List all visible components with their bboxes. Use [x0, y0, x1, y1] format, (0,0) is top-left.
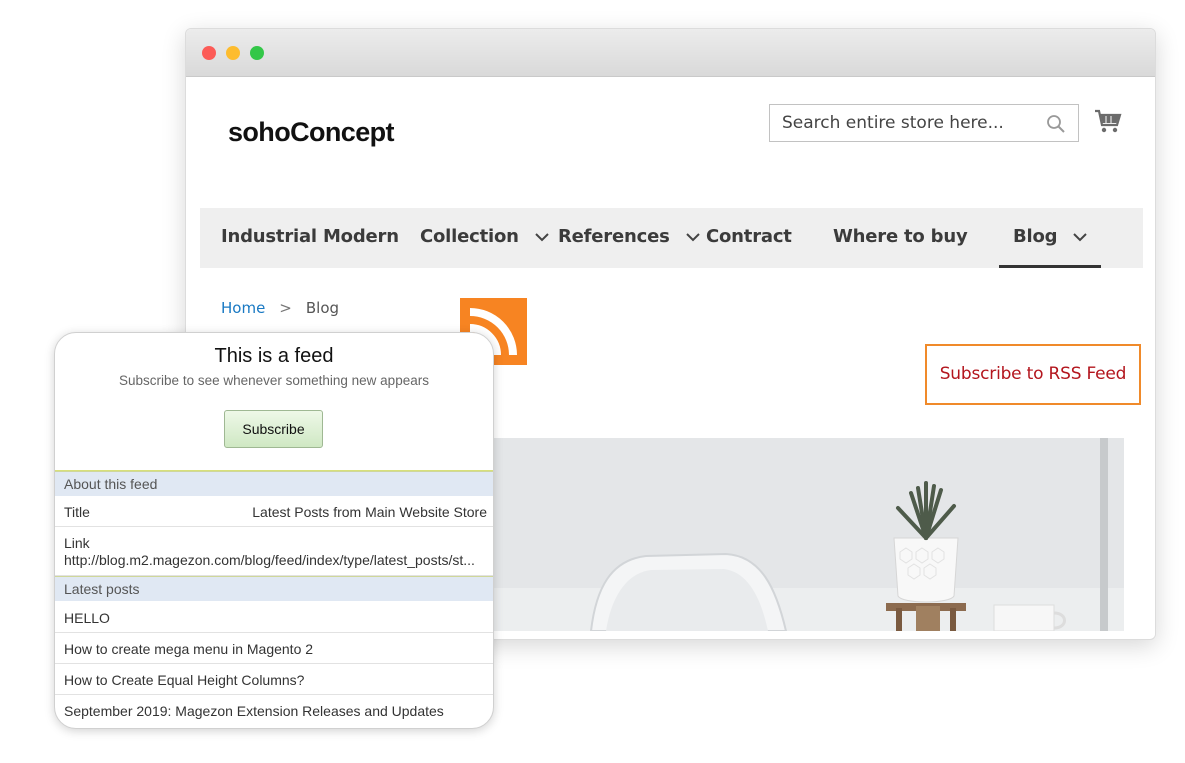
feed-link-label: Link [64, 535, 90, 551]
list-item[interactable]: HELLO [55, 602, 493, 633]
post-title: How to create mega menu in Magento 2 [64, 641, 314, 657]
nav-label: Where to buy [833, 226, 968, 247]
breadcrumb: Home > Blog [221, 299, 339, 317]
rss-feed-preview: This is a feed Subscribe to see whenever… [54, 332, 494, 729]
breadcrumb-home-link[interactable]: Home [221, 299, 265, 317]
feed-title-label: Title [64, 504, 90, 520]
search-input[interactable] [770, 105, 1040, 141]
blog-hero-image [486, 438, 1124, 631]
minimize-window-button[interactable] [226, 46, 240, 60]
nav-item-collection[interactable]: Collection [420, 208, 549, 268]
feed-subtitle: Subscribe to see whenever something new … [119, 373, 429, 388]
close-window-button[interactable] [202, 46, 216, 60]
list-item[interactable]: How to create mega menu in Magento 2 [55, 633, 493, 664]
nav-label: Contract [706, 226, 792, 247]
chevron-down-icon [685, 233, 700, 242]
feed-title: This is a feed [214, 345, 334, 367]
post-title: HELLO [64, 610, 110, 626]
main-navigation: Industrial Modern Collection References … [200, 208, 1143, 268]
nav-item-where-to-buy[interactable]: Where to buy [833, 208, 968, 268]
store-logo[interactable]: sohoConcept [228, 117, 395, 148]
list-item[interactable]: How to Create Equal Height Columns? [55, 664, 493, 695]
about-feed-heading: About this feed [55, 471, 493, 496]
nav-item-blog[interactable]: Blog [998, 208, 1102, 268]
breadcrumb-separator: > [279, 299, 292, 317]
post-title: How to Create Equal Height Columns? [64, 672, 305, 688]
window-titlebar [186, 29, 1155, 77]
nav-label: Blog [1013, 226, 1058, 247]
subscribe-rss-button[interactable]: Subscribe to RSS Feed [925, 344, 1141, 405]
breadcrumb-current: Blog [305, 299, 340, 317]
search-box [769, 104, 1079, 142]
chevron-down-icon [535, 233, 549, 242]
maximize-window-button[interactable] [250, 46, 264, 60]
nav-item-contract[interactable]: Contract [706, 208, 792, 268]
post-title: September 2019: Magezon Extension Releas… [64, 703, 444, 719]
feed-link-row: Link http://blog.m2.magezon.com/blog/fee… [55, 527, 493, 576]
feed-subscribe-button[interactable]: Subscribe [224, 410, 323, 448]
hero-photo [486, 438, 1124, 631]
latest-posts-heading: Latest posts [55, 576, 493, 601]
nav-label: Industrial Modern [221, 226, 399, 247]
nav-label: References [558, 226, 670, 247]
nav-item-industrial-modern[interactable]: Industrial Modern [221, 208, 399, 268]
cart-icon[interactable] [1094, 107, 1122, 135]
search-icon[interactable] [1046, 114, 1066, 134]
chevron-down-icon [1073, 233, 1088, 242]
nav-label: Collection [420, 226, 519, 247]
nav-item-references[interactable]: References [558, 208, 700, 268]
feed-title-row: Title Latest Posts from Main Website Sto… [55, 496, 493, 527]
feed-title-value: Latest Posts from Main Website Store [252, 504, 487, 520]
feed-link-value[interactable]: http://blog.m2.magezon.com/blog/feed/ind… [64, 552, 489, 568]
list-item[interactable]: September 2019: Magezon Extension Releas… [55, 695, 493, 728]
